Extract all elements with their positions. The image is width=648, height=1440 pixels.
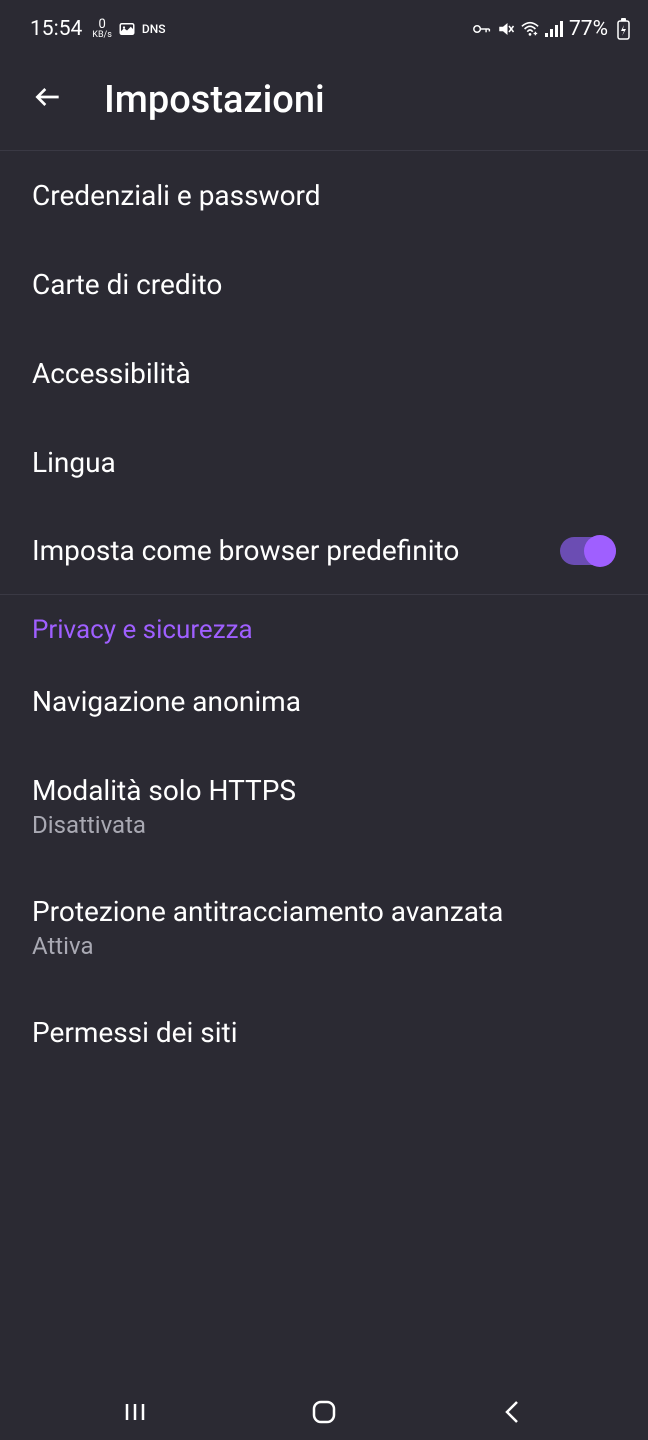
section-header-privacy: Privacy e sicurezza bbox=[0, 595, 648, 657]
settings-item-subtitle: Disattivata bbox=[32, 811, 616, 839]
vpn-key-icon bbox=[473, 20, 491, 38]
settings-item-label: Credenziali e password bbox=[32, 179, 616, 212]
header: Impostazioni bbox=[0, 54, 648, 150]
network-speed: 0 KB/s bbox=[92, 18, 112, 40]
settings-item-label: Navigazione anonima bbox=[32, 685, 616, 718]
settings-item-label: Accessibilità bbox=[32, 357, 616, 390]
dns-indicator: DNS bbox=[142, 22, 166, 36]
back-arrow-icon[interactable] bbox=[32, 81, 72, 120]
settings-item-label: Modalità solo HTTPS bbox=[32, 774, 616, 807]
section-header-text: Privacy e sicurezza bbox=[32, 615, 616, 645]
nav-home-icon[interactable] bbox=[294, 1398, 354, 1426]
settings-item-label: Permessi dei siti bbox=[32, 1016, 616, 1049]
toggle-switch-on[interactable] bbox=[560, 537, 616, 565]
status-bar: 15:54 0 KB/s DNS 77% bbox=[0, 0, 648, 54]
settings-item-label: Imposta come browser predefinito bbox=[32, 531, 459, 570]
settings-list: Credenziali e password Carte di credito … bbox=[0, 151, 648, 1384]
settings-item-default-browser[interactable]: Imposta come browser predefinito bbox=[0, 507, 648, 594]
nav-back-icon[interactable] bbox=[483, 1398, 543, 1426]
clock-time: 15:54 bbox=[30, 17, 82, 41]
settings-item-label: Protezione antitracciamento avanzata bbox=[32, 895, 616, 928]
battery-percentage: 77% bbox=[569, 17, 608, 41]
nav-recents-icon[interactable] bbox=[105, 1398, 165, 1426]
page-title: Impostazioni bbox=[104, 78, 325, 122]
status-left: 15:54 0 KB/s DNS bbox=[30, 17, 166, 41]
signal-icon bbox=[545, 20, 563, 38]
wifi-icon bbox=[521, 20, 539, 38]
settings-item-language[interactable]: Lingua bbox=[0, 418, 648, 507]
settings-item-credentials[interactable]: Credenziali e password bbox=[0, 151, 648, 240]
settings-item-https-only[interactable]: Modalità solo HTTPS Disattivata bbox=[0, 746, 648, 867]
picture-icon bbox=[118, 20, 136, 38]
settings-item-private-browsing[interactable]: Navigazione anonima bbox=[0, 657, 648, 746]
toggle-thumb bbox=[584, 535, 616, 567]
settings-item-label: Lingua bbox=[32, 446, 616, 479]
nav-bar bbox=[0, 1384, 648, 1440]
settings-item-label: Carte di credito bbox=[32, 268, 616, 301]
battery-icon bbox=[614, 20, 632, 38]
settings-item-cards[interactable]: Carte di credito bbox=[0, 240, 648, 329]
status-right: 77% bbox=[473, 17, 632, 41]
settings-item-subtitle: Attiva bbox=[32, 932, 616, 960]
mute-icon bbox=[497, 20, 515, 38]
settings-item-site-permissions[interactable]: Permessi dei siti bbox=[0, 988, 648, 1077]
settings-item-tracking-protection[interactable]: Protezione antitracciamento avanzata Att… bbox=[0, 867, 648, 988]
settings-item-accessibility[interactable]: Accessibilità bbox=[0, 329, 648, 418]
